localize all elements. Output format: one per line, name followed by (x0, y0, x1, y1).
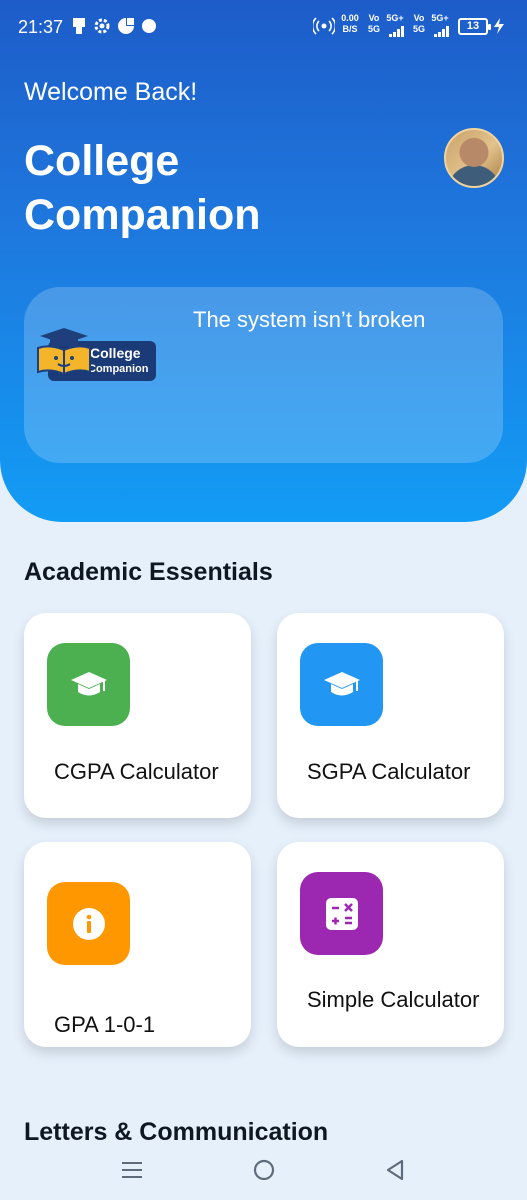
sim1-volte-bottom: 5G (367, 24, 380, 34)
calculator-icon (300, 872, 383, 955)
sim1-signal-icon (388, 24, 406, 42)
battery-icon: 13 (458, 18, 491, 35)
sim2-volte-bottom: 5G (412, 24, 425, 34)
sim1-volte-top: Vo (368, 13, 380, 23)
sim2-volte-top: Vo (413, 13, 425, 23)
menu-icon[interactable] (112, 1150, 152, 1190)
back-icon[interactable] (375, 1150, 415, 1190)
banner-tagline: The system isn’t broken (193, 307, 426, 332)
simple-calculator-card[interactable]: Simple Calculator (277, 842, 504, 1047)
app-notification-icon (117, 17, 135, 40)
logo-text-line2: Companion (88, 363, 149, 375)
dot-notification-icon (141, 17, 157, 40)
info-icon (47, 882, 130, 965)
sgpa-calculator-card[interactable]: SGPA Calculator (277, 613, 504, 818)
status-bar: 21:37 0.00 B/S Vo 5G 5G+ Vo 5G 5G+ 13 (0, 0, 527, 56)
welcome-text: Welcome Back! (24, 78, 198, 106)
home-icon[interactable] (244, 1150, 284, 1190)
card-label: CGPA Calculator (54, 759, 219, 784)
gpa-101-card[interactable]: GPA 1-0-1 (24, 842, 251, 1047)
settings-gear-icon (93, 17, 111, 40)
profile-avatar[interactable] (444, 128, 504, 188)
charging-bolt-icon (493, 17, 505, 40)
hotspot-icon (311, 17, 337, 40)
card-label: SGPA Calculator (307, 759, 471, 784)
logo-text-line1: College (90, 345, 141, 361)
section-academic-essentials: Academic Essentials (24, 558, 273, 586)
card-label: Simple Calculator (307, 987, 480, 1012)
graduation-book-mascot-icon (37, 328, 91, 376)
card-label: GPA 1-0-1 (54, 1012, 156, 1037)
status-time: 21:37 (18, 17, 64, 37)
net-speed-value: 0.00 (341, 13, 359, 23)
device-icon (72, 17, 86, 40)
app-title: College Companion (24, 137, 261, 239)
net-speed-unit: B/S (342, 24, 358, 34)
sim1-network-type: 5G+ (386, 13, 404, 23)
sim2-network-type: 5G+ (431, 13, 449, 23)
graduation-cap-icon (300, 643, 383, 726)
sim2-signal-icon (433, 24, 451, 42)
cgpa-calculator-card[interactable]: CGPA Calculator (24, 613, 251, 818)
graduation-cap-icon (47, 643, 130, 726)
